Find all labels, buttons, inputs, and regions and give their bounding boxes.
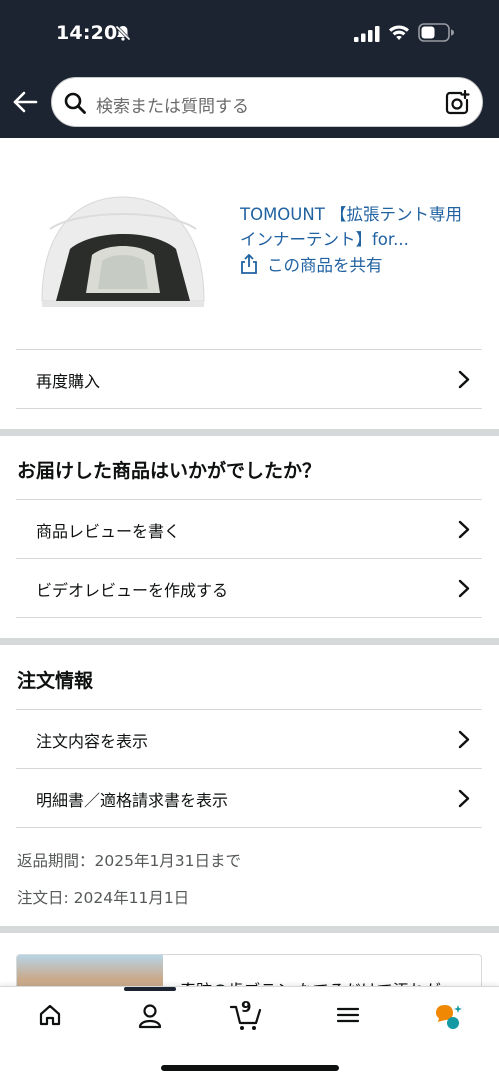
buy-again-row[interactable]: 再度購入 [16, 349, 482, 408]
order-section-title: 注文情報 [17, 670, 94, 692]
bottom-tab-bar: 9 [0, 986, 499, 1080]
view-order-label: 注文内容を表示 [36, 732, 149, 751]
search-icon [64, 92, 86, 114]
view-invoice-row[interactable]: 明細書／適格請求書を表示 [16, 768, 482, 827]
video-review-row[interactable]: ビデオレビューを作成する [16, 558, 482, 617]
tab-rufus[interactable] [426, 999, 466, 1035]
tab-account[interactable] [130, 999, 170, 1035]
chevron-right-icon [458, 579, 470, 598]
view-invoice-label: 明細書／適格請求書を表示 [36, 791, 229, 810]
status-time: 14:20 [56, 22, 118, 44]
row-divider [16, 827, 482, 828]
order-date: 注文日: 2024年11月1日 [17, 889, 190, 907]
tab-cart[interactable]: 9 [226, 998, 276, 1035]
tab-home[interactable] [30, 999, 70, 1035]
product-title[interactable]: TOMOUNT 【拡張テント専用インナーテント】for... [240, 202, 475, 252]
account-icon [138, 1004, 162, 1029]
status-bar: 14:20 [0, 0, 499, 66]
home-icon [39, 1004, 61, 1026]
return-period: 返品期間：2025年1月31日まで [17, 852, 242, 870]
video-review-label: ビデオレビューを作成する [36, 581, 229, 600]
chevron-right-icon [458, 370, 470, 389]
home-indicator [161, 1065, 339, 1071]
cart-icon [230, 1005, 262, 1030]
tab-menu[interactable] [328, 999, 368, 1035]
wifi-icon [389, 25, 409, 40]
tent-image[interactable] [38, 189, 208, 311]
back-arrow-icon[interactable] [12, 90, 38, 114]
chevron-right-icon [458, 730, 470, 749]
search-input[interactable]: 検索または質問する [51, 77, 483, 127]
menu-icon [336, 1007, 360, 1023]
row-divider [16, 408, 482, 409]
section-divider [0, 638, 499, 645]
section-divider [0, 926, 499, 933]
section-divider [0, 429, 499, 436]
header: 検索または質問する [0, 66, 499, 138]
product-summary: TOMOUNT 【拡張テント専用インナーテント】for... この商品を共有 [0, 175, 499, 325]
row-divider [16, 617, 482, 618]
search-placeholder: 検索または質問する [96, 97, 249, 117]
chevron-right-icon [458, 520, 470, 539]
buy-again-label: 再度購入 [36, 372, 101, 391]
share-label: この商品を共有 [267, 256, 383, 275]
battery-icon [418, 23, 454, 42]
view-order-row[interactable]: 注文内容を表示 [16, 709, 482, 768]
write-review-row[interactable]: 商品レビューを書く [16, 499, 482, 558]
signal-icon [354, 26, 380, 42]
bell-slash-icon [114, 24, 132, 42]
write-review-label: 商品レビューを書く [36, 522, 181, 541]
share-product-button[interactable]: この商品を共有 [240, 252, 383, 276]
chevron-right-icon [458, 789, 470, 808]
review-section-title: お届けした商品はいかがでしたか？ [17, 460, 322, 482]
rufus-icon [436, 1005, 462, 1029]
camera-icon[interactable] [444, 90, 470, 116]
active-tab-indicator [124, 987, 176, 991]
share-icon [241, 253, 257, 274]
